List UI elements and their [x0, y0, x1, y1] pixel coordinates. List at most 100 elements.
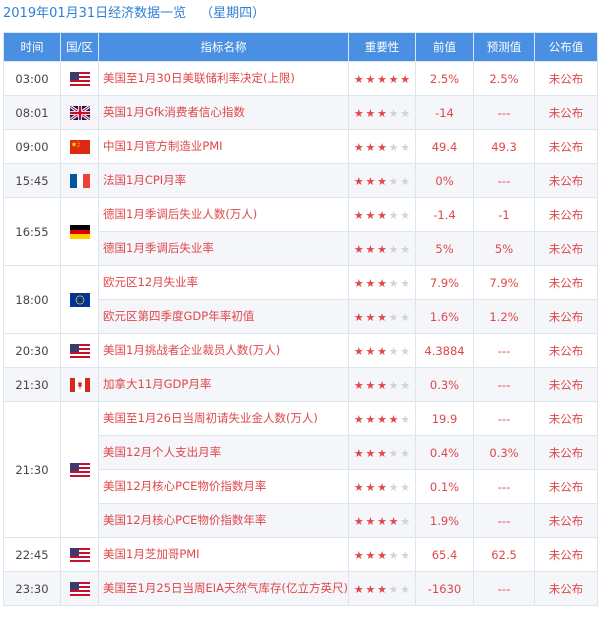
region-cell [60, 163, 99, 198]
star-icon: ★ [377, 276, 387, 290]
time-cell: 16:55 [3, 197, 61, 266]
previous-value: 49.4 [415, 129, 474, 164]
star-icon: ★ [377, 140, 387, 154]
importance-stars: ★ ★ ★ ★ ★ [348, 299, 416, 334]
star-icon: ★ [388, 72, 399, 86]
actual-value: 未公布 [534, 537, 598, 572]
star-icon: ★ [388, 378, 399, 392]
star-icon: ★ [365, 412, 376, 426]
star-icon: ★ [377, 242, 387, 256]
star-icon: ★ [377, 378, 387, 392]
star-icon: ★ [365, 582, 376, 596]
forecast-value: --- [473, 469, 535, 504]
actual-value: 未公布 [534, 265, 598, 300]
actual-value: 未公布 [534, 435, 598, 470]
time-cell: 22:45 [3, 537, 61, 572]
importance-stars: ★ ★ ★ ★ ★ [348, 163, 416, 198]
star-icon: ★ [388, 208, 399, 222]
star-icon: ★ [353, 446, 364, 460]
forecast-value: 62.5 [473, 537, 535, 572]
ca-flag-icon [69, 377, 90, 392]
region-cell [60, 197, 99, 266]
indicator-name: 欧元区12月失业率 [98, 265, 349, 300]
star-icon: ★ [365, 276, 376, 290]
actual-value: 未公布 [534, 571, 598, 606]
previous-value: 2.5% [415, 61, 474, 96]
star-icon: ★ [400, 548, 411, 562]
actual-value: 未公布 [534, 163, 598, 198]
actual-value: 未公布 [534, 129, 598, 164]
star-icon: ★ [400, 582, 411, 596]
table-row: 23:30 美国至1月25日当周EIA天然气库存(亿立方英尺) ★ ★ ★ ★ ★ -1630… [3, 571, 598, 606]
star-icon: ★ [400, 310, 411, 324]
economic-calendar-table: 时间 国/区 指标名称 重要性 前值 预测值 公布值 03:00 美国至1月30日… [3, 32, 598, 606]
actual-value: 未公布 [534, 367, 598, 402]
previous-value: 0.3% [415, 367, 474, 402]
region-cell [60, 571, 99, 606]
indicator-name: 德国1月季调后失业人数(万人) [98, 197, 349, 232]
time-cell: 23:30 [3, 571, 61, 606]
importance-stars: ★ ★ ★ ★ ★ [348, 197, 416, 232]
importance-stars: ★ ★ ★ ★ ★ [348, 469, 416, 504]
forecast-value: --- [473, 401, 535, 436]
column-header-importance: 重要性 [348, 32, 416, 62]
time-cell: 15:45 [3, 163, 61, 198]
star-icon: ★ [377, 582, 387, 596]
previous-value: -1.4 [415, 197, 474, 232]
star-icon: ★ [400, 208, 411, 222]
star-icon: ★ [377, 514, 387, 528]
star-icon: ★ [377, 208, 387, 222]
actual-value: 未公布 [534, 231, 598, 266]
star-icon: ★ [377, 412, 387, 426]
star-icon: ★ [400, 344, 411, 358]
star-icon: ★ [365, 174, 376, 188]
time-cell: 03:00 [3, 61, 61, 96]
star-icon: ★ [388, 140, 399, 154]
region-cell [60, 95, 99, 130]
star-icon: ★ [377, 174, 387, 188]
star-icon: ★ [388, 344, 399, 358]
table-row: 15:45 法国1月CPI月率 ★ ★ ★ ★ ★ 0% --- 未公布 [3, 163, 598, 198]
star-icon: ★ [388, 242, 399, 256]
indicator-name: 中国1月官方制造业PMI [98, 129, 349, 164]
star-icon: ★ [388, 480, 399, 494]
star-icon: ★ [353, 174, 364, 188]
star-icon: ★ [377, 72, 387, 86]
star-icon: ★ [353, 344, 364, 358]
indicator-name: 美国1月挑战者企业裁员人数(万人) [98, 333, 349, 368]
indicator-name: 美国至1月26日当周初请失业金人数(万人) [98, 401, 349, 436]
importance-stars: ★ ★ ★ ★ ★ [348, 571, 416, 606]
region-cell [60, 537, 99, 572]
forecast-value: 1.2% [473, 299, 535, 334]
region-cell [60, 401, 99, 538]
star-icon: ★ [353, 310, 364, 324]
indicator-name: 加拿大11月GDP月率 [98, 367, 349, 402]
us-flag-icon [69, 343, 90, 358]
importance-stars: ★ ★ ★ ★ ★ [348, 333, 416, 368]
table-row: 09:00 中国1月官方制造业PMI ★ ★ ★ ★ ★ 49.4 49.3 未公布 [3, 129, 598, 164]
previous-value: 7.9% [415, 265, 474, 300]
time-cell: 09:00 [3, 129, 61, 164]
importance-stars: ★ ★ ★ ★ ★ [348, 367, 416, 402]
star-icon: ★ [388, 106, 399, 120]
time-cell: 21:30 [3, 367, 61, 402]
table-row: 21:30 加拿大11月GDP月率 ★ ★ ★ ★ ★ 0.3% --- 未公布 [3, 367, 598, 402]
previous-value: 0.1% [415, 469, 474, 504]
indicator-name: 法国1月CPI月率 [98, 163, 349, 198]
star-icon: ★ [353, 242, 364, 256]
importance-stars: ★ ★ ★ ★ ★ [348, 435, 416, 470]
date-title: 2019年01月31日经济数据一览 [3, 6, 187, 21]
star-icon: ★ [377, 344, 387, 358]
column-header-time: 时间 [3, 32, 61, 62]
previous-value: 19.9 [415, 401, 474, 436]
indicator-name: 欧元区第四季度GDP年率初值 [98, 299, 349, 334]
star-icon: ★ [400, 140, 411, 154]
star-icon: ★ [353, 208, 364, 222]
star-icon: ★ [377, 310, 387, 324]
importance-stars: ★ ★ ★ ★ ★ [348, 503, 416, 538]
star-icon: ★ [388, 446, 399, 460]
star-icon: ★ [353, 582, 364, 596]
table-row: 08:01 英国1月Gfk消费者信心指数 ★ ★ ★ ★ ★ -14 --- 未公布 [3, 95, 598, 130]
star-icon: ★ [400, 514, 411, 528]
star-icon: ★ [400, 480, 411, 494]
